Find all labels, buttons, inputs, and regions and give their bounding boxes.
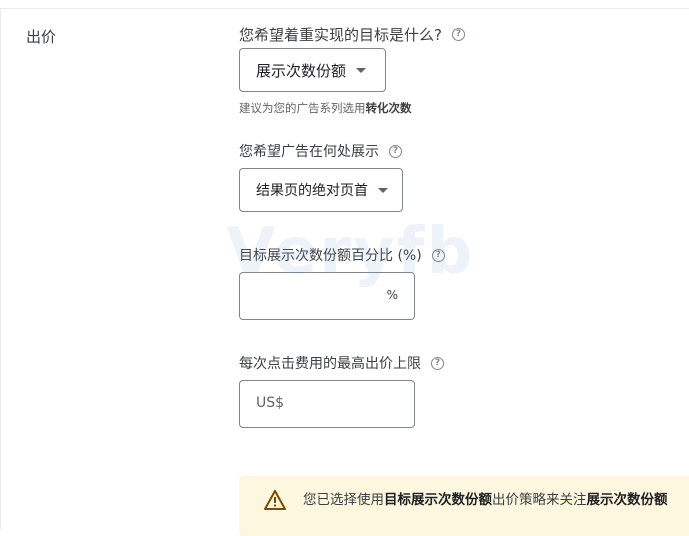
chevron-down-icon <box>356 67 367 73</box>
goal-dropdown[interactable]: 展示次数份额 <box>239 48 386 92</box>
currency-prefix: US$ <box>256 395 285 411</box>
warning-icon <box>264 490 286 510</box>
alert-bold-1: 目标展示次数份额 <box>384 492 492 508</box>
help-icon[interactable]: ? <box>431 356 444 370</box>
target-share-label-text: 目标展示次数份额百分比 (%) <box>239 248 422 264</box>
alert-text: 您已选择使用目标展示次数份额出价策略来关注展示次数份额 <box>303 488 668 508</box>
help-icon[interactable]: ? <box>431 248 445 262</box>
section-title: 出价 <box>26 28 57 46</box>
goal-question: 您希望着重实现的目标是什么?? <box>239 24 465 45</box>
goal-hint-text: 建议为您的广告系列选用 <box>239 101 366 115</box>
location-question: 您希望广告在何处展示? <box>239 141 402 161</box>
max-cpc-label: 每次点击费用的最高出价上限? <box>239 353 444 373</box>
location-question-text: 您希望广告在何处展示 <box>239 144 379 160</box>
percent-suffix: % <box>386 288 398 302</box>
help-icon[interactable]: ? <box>389 144 402 158</box>
info-alert: 您已选择使用目标展示次数份额出价策略来关注展示次数份额 <box>239 476 689 536</box>
alert-bold-2: 展示次数份额 <box>586 492 668 508</box>
location-dropdown[interactable]: 结果页的绝对页首 <box>239 168 403 212</box>
help-icon[interactable]: ? <box>451 28 465 41</box>
max-cpc-input[interactable]: US$ <box>239 380 415 428</box>
goal-hint: 建议为您的广告系列选用转化次数 <box>239 100 412 116</box>
max-cpc-label-text: 每次点击费用的最高出价上限 <box>239 356 421 372</box>
alert-text-1: 您已选择使用 <box>303 492 384 508</box>
target-share-input[interactable]: % <box>239 272 415 320</box>
alert-text-2: 出价策略来关注 <box>492 492 587 508</box>
goal-question-text: 您希望着重实现的目标是什么? <box>239 26 442 44</box>
chevron-down-icon <box>378 187 388 193</box>
location-dropdown-value: 结果页的绝对页首 <box>256 183 368 199</box>
goal-hint-bold: 转化次数 <box>365 101 412 115</box>
target-share-label: 目标展示次数份额百分比 (%)? <box>239 245 445 265</box>
goal-dropdown-value: 展示次数份额 <box>256 61 347 80</box>
